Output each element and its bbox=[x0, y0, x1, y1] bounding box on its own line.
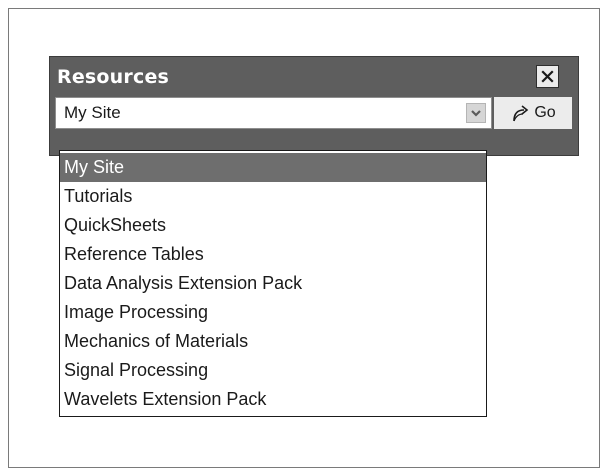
dropdown-item-image-processing[interactable]: Image Processing bbox=[60, 298, 486, 327]
toolbar-title: Resources bbox=[57, 66, 170, 88]
dropdown-item-data-analysis[interactable]: Data Analysis Extension Pack bbox=[60, 269, 486, 298]
go-button[interactable]: Go bbox=[494, 97, 572, 129]
dropdown-item-tutorials[interactable]: Tutorials bbox=[60, 182, 486, 211]
dropdown-item-my-site[interactable]: My Site bbox=[60, 153, 486, 182]
site-select-value: My Site bbox=[64, 103, 121, 122]
chevron-down-icon bbox=[471, 110, 481, 117]
site-dropdown-list: My Site Tutorials QuickSheets Reference … bbox=[59, 150, 487, 417]
dropdown-item-wavelets[interactable]: Wavelets Extension Pack bbox=[60, 385, 486, 414]
dropdown-item-mechanics[interactable]: Mechanics of Materials bbox=[60, 327, 486, 356]
dropdown-item-reference-tables[interactable]: Reference Tables bbox=[60, 240, 486, 269]
dropdown-item-signal-processing[interactable]: Signal Processing bbox=[60, 356, 486, 385]
close-button[interactable] bbox=[536, 65, 559, 88]
redo-arrow-icon bbox=[513, 105, 529, 122]
resources-toolbar: Resources My Site Go bbox=[49, 56, 579, 156]
go-label: Go bbox=[534, 104, 556, 121]
dropdown-arrow-button[interactable] bbox=[466, 103, 486, 123]
site-select[interactable]: My Site bbox=[55, 97, 492, 129]
dropdown-item-quicksheets[interactable]: QuickSheets bbox=[60, 211, 486, 240]
close-icon bbox=[541, 70, 554, 83]
